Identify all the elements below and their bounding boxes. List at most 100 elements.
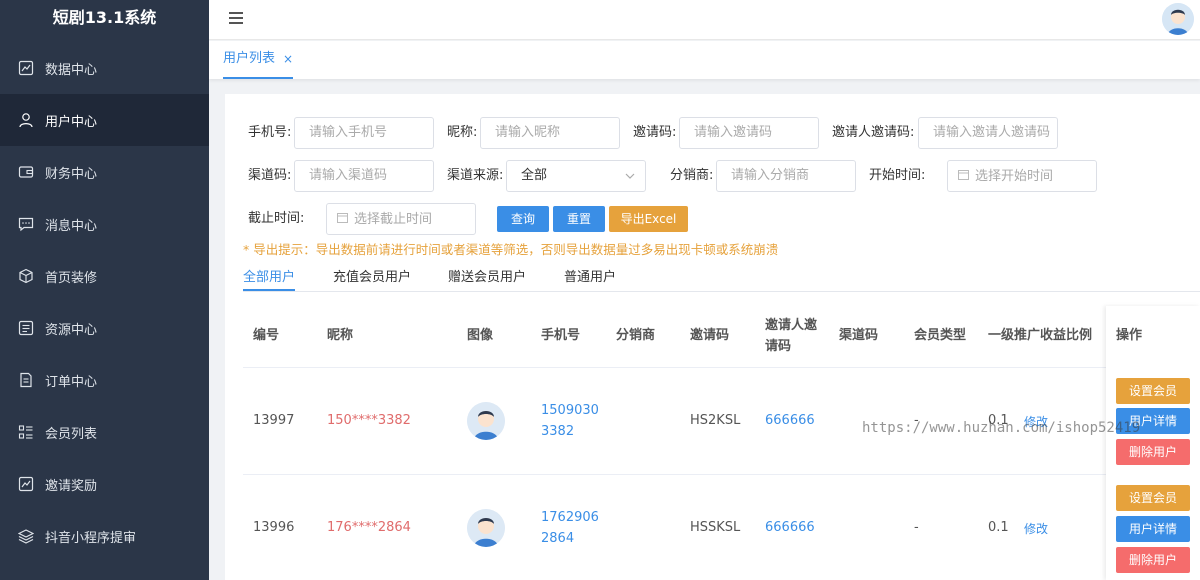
- sidebar-item-invite-reward[interactable]: 邀请奖励: [0, 458, 209, 510]
- sidebar-item-home-decoration[interactable]: 首页装修: [0, 250, 209, 302]
- export-hint: * 导出提示：导出数据前请进行时间或者渠道等筛选，否则导出数据量过多易出现卡顿或…: [243, 242, 779, 257]
- cell-nickname: 150****3382: [327, 413, 411, 428]
- user-icon: [18, 112, 34, 128]
- distributor-input[interactable]: 请输入分销商: [716, 160, 856, 192]
- column-header-distributor: 分销商: [616, 328, 656, 343]
- sidebar-item-label: 会员列表: [45, 426, 98, 442]
- active-tab-indicator: [243, 289, 295, 291]
- row-divider: [243, 474, 1200, 475]
- sidebar-item-message-center[interactable]: 消息中心: [0, 198, 209, 250]
- user-detail-button[interactable]: 用户详情: [1116, 516, 1190, 542]
- cell-phone[interactable]: 1509030: [541, 400, 599, 421]
- set-member-button[interactable]: 设置会员: [1116, 378, 1190, 404]
- tab-regular-users[interactable]: 普通用户: [564, 266, 616, 285]
- phone-input[interactable]: 请输入手机号: [294, 117, 434, 149]
- distributor-label: 分销商:: [670, 168, 714, 183]
- phone-label: 手机号:: [248, 125, 292, 140]
- reset-button[interactable]: 重置: [553, 206, 605, 232]
- tab-user-list[interactable]: 用户列表 ×: [223, 41, 294, 79]
- cell-invite-code: HS2KSL: [690, 413, 741, 428]
- inviter-code-input[interactable]: 请输入邀请人邀请码: [918, 117, 1058, 149]
- sidebar-item-label: 财务中心: [45, 166, 98, 182]
- column-header-channel-code: 渠道码: [839, 328, 879, 343]
- column-header-avatar: 图像: [467, 328, 494, 343]
- cell-inviter-code[interactable]: 666666: [765, 517, 815, 538]
- column-header-commission-ratio: 一级推广收益比例: [988, 328, 1093, 343]
- tab-bar: 用户列表 ×: [209, 41, 1200, 79]
- document-icon: [18, 372, 34, 388]
- cell-commission-ratio: 0.1: [988, 520, 1009, 535]
- channel-source-select[interactable]: 全部: [506, 160, 646, 192]
- delete-user-button[interactable]: 删除用户: [1116, 439, 1190, 465]
- column-header-inviter-code: 邀请人邀: [765, 318, 818, 333]
- inviter-code-label: 邀请人邀请码:: [832, 125, 915, 140]
- sidebar-item-user-center[interactable]: 用户中心: [0, 94, 209, 146]
- column-header-invite-code: 邀请码: [690, 328, 730, 343]
- sidebar-item-label: 邀请奖励: [45, 478, 98, 494]
- tab-label: 用户列表: [223, 51, 276, 66]
- sidebar-item-label: 数据中心: [45, 62, 98, 78]
- tab-gifted-members[interactable]: 赠送会员用户: [448, 266, 526, 285]
- sidebar-item-finance-center[interactable]: 财务中心: [0, 146, 209, 198]
- column-header-member-type: 会员类型: [914, 328, 967, 343]
- sidebar-item-member-list[interactable]: 会员列表: [0, 406, 209, 458]
- user-type-tabs: 全部用户 充值会员用户 赠送会员用户 普通用户: [243, 264, 1200, 292]
- column-header-inviter-code-line2: 请码: [765, 339, 792, 354]
- sidebar-item-data-center[interactable]: 数据中心: [0, 42, 209, 94]
- end-time-placeholder: 选择截止时间: [354, 212, 433, 227]
- sidebar-item-label: 资源中心: [45, 322, 98, 338]
- actions-column: 操作 设置会员 用户详情 删除用户 设置会员 用户详情 删除用户: [1106, 306, 1200, 580]
- close-icon[interactable]: ×: [283, 41, 293, 77]
- start-time-picker[interactable]: 选择开始时间: [947, 160, 1097, 192]
- set-member-button[interactable]: 设置会员: [1116, 485, 1190, 511]
- cell-nickname: 176****2864: [327, 520, 411, 535]
- column-header-nickname: 昵称: [327, 328, 354, 343]
- channel-code-input[interactable]: 请输入渠道码: [294, 160, 434, 192]
- invite-code-input[interactable]: 请输入邀请码: [679, 117, 819, 149]
- column-header-actions: 操作: [1116, 328, 1143, 343]
- start-time-placeholder: 选择开始时间: [975, 169, 1054, 184]
- cell-phone-line2[interactable]: 3382: [541, 421, 574, 442]
- avatar: [467, 509, 505, 547]
- cell-member-type: -: [914, 520, 919, 535]
- cell-invite-code: HSSKSL: [690, 520, 741, 535]
- sidebar: 短剧13.1系统 数据中心 用户中心 财务中心 消息中心 首页装修 资源中心 订…: [0, 0, 209, 580]
- avatar: [467, 402, 505, 440]
- list-icon: [18, 424, 34, 440]
- sidebar-item-label: 用户中心: [45, 114, 98, 130]
- edit-ratio-link[interactable]: 修改: [1024, 520, 1048, 537]
- calendar-icon: [337, 204, 348, 234]
- cell-phone[interactable]: 1762906: [541, 507, 599, 528]
- export-excel-button[interactable]: 导出Excel: [609, 206, 688, 232]
- tab-all-users[interactable]: 全部用户: [243, 266, 295, 285]
- channel-code-label: 渠道码:: [248, 168, 292, 183]
- column-header-phone: 手机号: [541, 328, 581, 343]
- user-avatar[interactable]: [1162, 3, 1194, 35]
- delete-user-button[interactable]: 删除用户: [1116, 547, 1190, 573]
- sidebar-item-resource-center[interactable]: 资源中心: [0, 302, 209, 354]
- sidebar-item-douyin-review[interactable]: 抖音小程序提审: [0, 510, 209, 562]
- sidebar-item-label: 消息中心: [45, 218, 98, 234]
- user-list-panel: 手机号: 请输入手机号 昵称: 请输入昵称 邀请码: 请输入邀请码 邀请人邀请码…: [225, 94, 1200, 580]
- invite-code-label: 邀请码:: [633, 125, 677, 140]
- chart-line-icon: [18, 476, 34, 492]
- resource-icon: [18, 320, 34, 336]
- cube-icon: [18, 268, 34, 284]
- nickname-input[interactable]: 请输入昵称: [480, 117, 620, 149]
- end-time-picker[interactable]: 选择截止时间: [326, 203, 476, 235]
- sidebar-item-label: 首页装修: [45, 270, 98, 286]
- watermark: https://www.huzhan.com/ishop52419: [862, 420, 1141, 436]
- cell-inviter-code[interactable]: 666666: [765, 410, 815, 431]
- channel-source-value: 全部: [521, 168, 548, 183]
- cell-phone-line2[interactable]: 2864: [541, 528, 574, 549]
- start-time-label: 开始时间:: [869, 168, 926, 183]
- wallet-icon: [18, 164, 34, 180]
- column-header-id: 编号: [253, 328, 280, 343]
- channel-source-label: 渠道来源:: [447, 168, 504, 183]
- menu-toggle-icon[interactable]: [229, 12, 243, 24]
- nickname-label: 昵称:: [447, 125, 478, 140]
- sidebar-item-order-center[interactable]: 订单中心: [0, 354, 209, 406]
- query-button[interactable]: 查询: [497, 206, 549, 232]
- tab-paid-members[interactable]: 充值会员用户: [333, 266, 411, 285]
- header-divider: [243, 367, 1200, 368]
